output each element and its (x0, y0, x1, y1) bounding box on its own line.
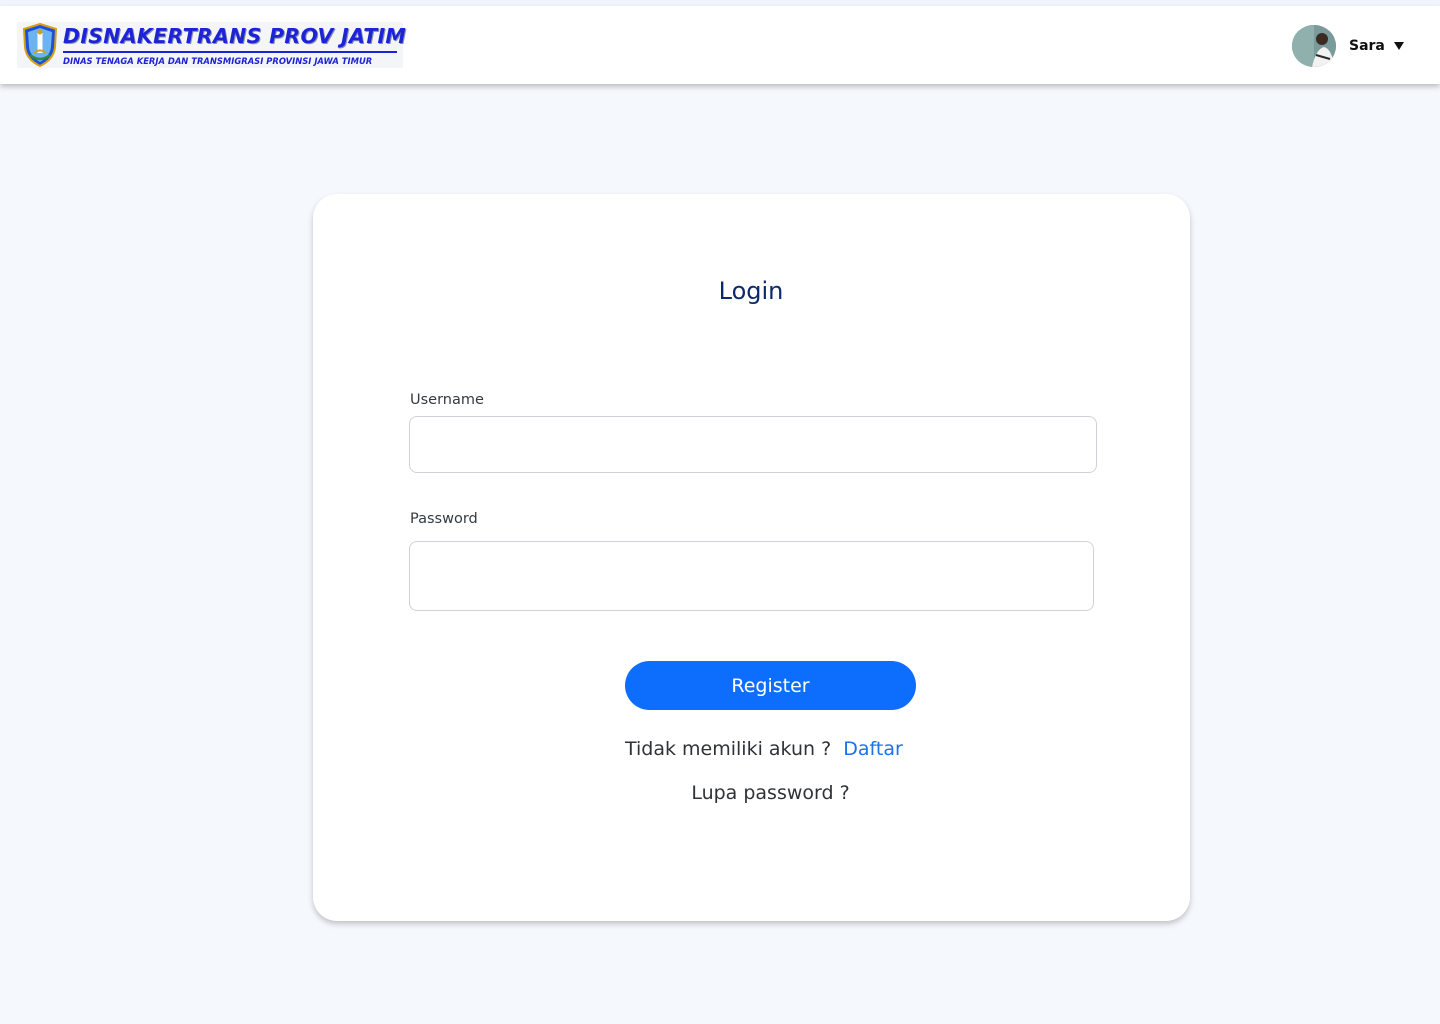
username-input[interactable] (409, 416, 1097, 473)
user-name: Sara (1349, 38, 1385, 54)
avatar-photo (1292, 25, 1336, 67)
forgot-password-link[interactable]: Lupa password ? (313, 782, 1228, 804)
avatar (1292, 25, 1336, 67)
signup-link[interactable]: Daftar (843, 738, 903, 760)
top-navbar: DISNAKERTRANS PROV JATIM DINAS TENAGA KE… (0, 6, 1440, 84)
password-label: Password (410, 511, 478, 527)
brand-logo[interactable]: DISNAKERTRANS PROV JATIM DINAS TENAGA KE… (17, 22, 407, 68)
password-input[interactable] (409, 541, 1094, 611)
logo-underline (63, 51, 397, 53)
user-menu[interactable]: Sara (1292, 25, 1404, 67)
signup-prompt: Tidak memiliki akun ? Daftar (625, 738, 903, 760)
register-button[interactable]: Register (625, 661, 916, 710)
page-title: Login (718, 277, 784, 305)
login-card: Login Username Password Register Tidak m… (313, 194, 1190, 921)
jatim-emblem-icon (22, 23, 58, 67)
username-label: Username (410, 392, 484, 408)
no-account-text: Tidak memiliki akun ? (625, 738, 832, 760)
logo-subtitle: DINAS TENAGA KERJA DAN TRANSMIGRASI PROV… (63, 56, 373, 66)
logo-title: DISNAKERTRANS PROV JATIM (63, 24, 407, 48)
chevron-down-icon[interactable] (1393, 42, 1404, 50)
